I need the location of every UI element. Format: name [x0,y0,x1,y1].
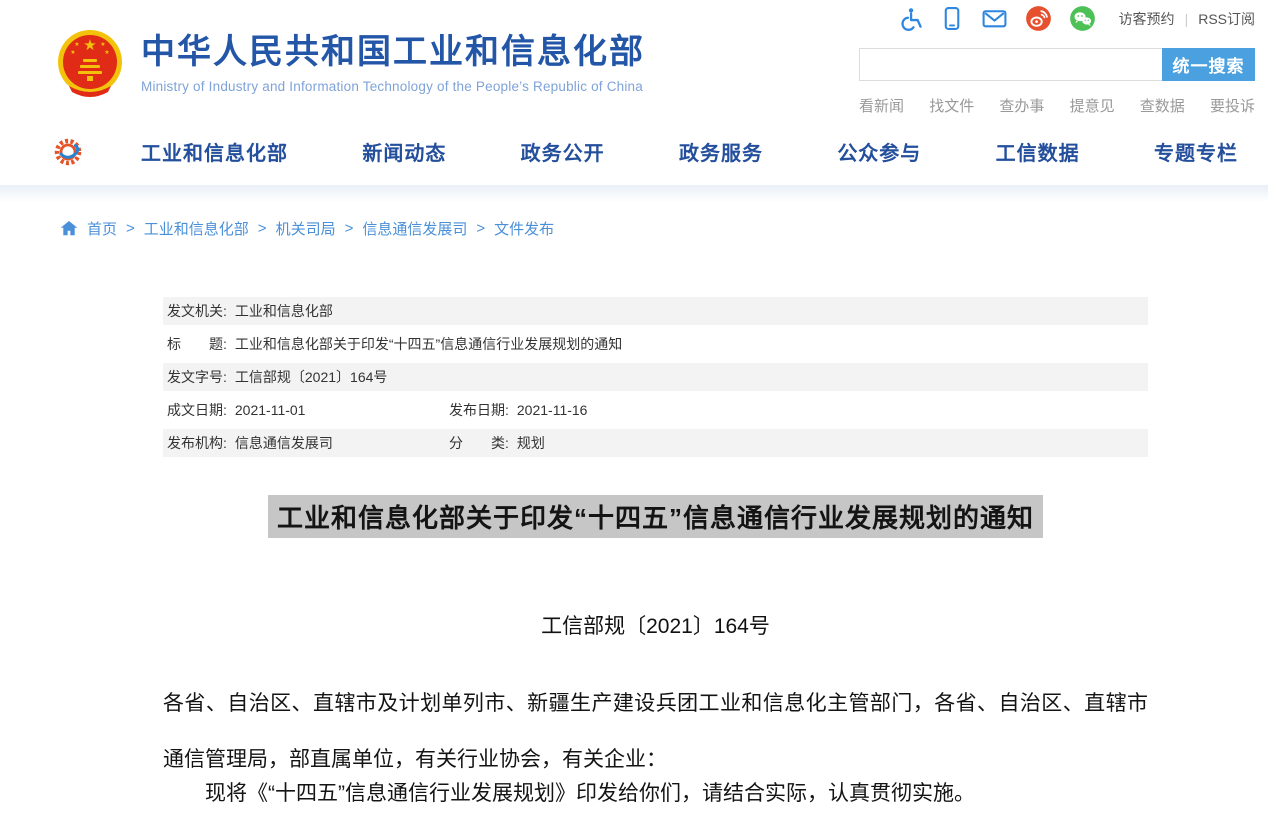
meta-value: 规划 [517,433,545,453]
main-nav: 工业和信息化部 新闻动态 政务公开 政务服务 公众参与 工信数据 专题专栏 [0,118,1268,185]
quick-link-news[interactable]: 看新闻 [859,95,904,116]
nav-divider [0,185,1268,201]
article-doc-number: 工信部规〔2021〕164号 [163,610,1148,640]
svg-text:★: ★ [74,41,79,48]
topbar-separator: | [1185,11,1189,27]
nav-items: 工业和信息化部 新闻动态 政务公开 政务服务 公众参与 工信数据 专题专栏 [141,137,1238,166]
wechat-icon[interactable] [1069,5,1096,32]
quick-link-suggestions[interactable]: 提意见 [1070,95,1115,116]
site-subtitle: Ministry of Industry and Information Tec… [141,79,645,94]
meta-label: 发文字号: [167,367,227,387]
quick-link-documents[interactable]: 找文件 [929,95,974,116]
meta-value: 工业和信息化部 [235,301,333,321]
article-body: 各省、自治区、直辖市及计划单列市、新疆生产建设兵团工业和信息化主管部门，各省、自… [163,676,1148,812]
article-title: 工业和信息化部关于印发“十四五”信息通信行业发展规划的通知 [268,495,1043,538]
site-title: 中华人民共和国工业和信息化部 [141,34,645,71]
crumb-ict-development[interactable]: 信息通信发展司 [362,218,467,239]
site-title-block: 中华人民共和国工业和信息化部 Ministry of Industry and … [141,26,645,94]
svg-text:★: ★ [83,37,96,54]
nav-item-special-topics[interactable]: 专题专栏 [1154,137,1238,166]
nav-item-miit-data[interactable]: 工信数据 [996,137,1080,166]
breadcrumb: 首页 > 工业和信息化部 > 机关司局 > 信息通信发展司 > 文件发布 [0,201,1268,239]
search-quick-links: 看新闻 找文件 查办事 提意见 查数据 要投诉 [859,95,1255,116]
accessibility-icon[interactable] [897,6,922,31]
unified-search-button[interactable]: 统一搜索 [1162,48,1255,81]
site-header: 访客预约 | RSS订阅 ★ ★ ★ ★ ★ 中华人民共和国工业和信息化部 Mi… [0,0,1268,118]
visitor-reservation-link[interactable]: 访客预约 [1119,9,1175,29]
meta-label: 发布机构: [167,433,227,453]
meta-row-title: 标 题: 工业和信息化部关于印发“十四五”信息通信行业发展规划的通知 [163,330,1148,358]
crumb-departments[interactable]: 机关司局 [276,218,336,239]
crumb-separator: > [126,220,135,237]
svg-text:★: ★ [70,49,75,56]
meta-label: 标 题: [167,334,227,354]
search-input[interactable] [859,48,1162,81]
crumb-current-page: 文件发布 [494,218,554,239]
crumb-miit[interactable]: 工业和信息化部 [144,218,249,239]
meta-row-publisher-category: 发布机构: 信息通信发展司 分 类: 规划 [163,429,1148,457]
quick-link-services[interactable]: 查办事 [999,95,1044,116]
miit-gear-logo-icon[interactable] [53,137,83,167]
meta-label: 成文日期: [167,400,227,420]
article-paragraph: 各省、自治区、直辖市及计划单列市、新疆生产建设兵团工业和信息化主管部门，各省、自… [163,676,1148,788]
meta-value: 工信部规〔2021〕164号 [235,367,388,387]
article-paragraph: 现将《“十四五”信息通信行业发展规划》印发给你们，请结合实际，认真贯彻实施。 [163,776,1148,812]
search-box: 统一搜索 [859,48,1255,81]
topbar: 访客预约 | RSS订阅 [897,5,1255,32]
crumb-separator: > [476,220,485,237]
crumb-home[interactable]: 首页 [87,218,117,239]
home-icon[interactable] [60,220,78,237]
nav-item-public-participation[interactable]: 公众参与 [837,137,921,166]
crumb-separator: > [345,220,354,237]
crumb-separator: > [258,220,267,237]
meta-value: 2021-11-16 [517,402,588,418]
topbar-links: 访客预约 | RSS订阅 [1119,9,1255,29]
national-emblem-icon: ★ ★ ★ ★ ★ [57,26,123,104]
svg-text:★: ★ [104,49,109,56]
quick-link-data[interactable]: 查数据 [1140,95,1185,116]
nav-item-news[interactable]: 新闻动态 [362,137,446,166]
weibo-icon[interactable] [1025,5,1052,32]
document-main: 发文机关: 工业和信息化部 标 题: 工业和信息化部关于印发“十四五”信息通信行… [163,297,1148,812]
nav-item-gov-disclosure[interactable]: 政务公开 [521,137,605,166]
meta-value: 2021-11-01 [235,402,306,418]
document-meta-table: 发文机关: 工业和信息化部 标 题: 工业和信息化部关于印发“十四五”信息通信行… [163,297,1148,457]
rss-subscribe-link[interactable]: RSS订阅 [1198,9,1255,29]
miit-document-page: { "header": { "site_title": "中华人民共和国工业和信… [0,0,1268,819]
article-title-wrap: 工业和信息化部关于印发“十四五”信息通信行业发展规划的通知 [163,495,1148,538]
meta-value: 工业和信息化部关于印发“十四五”信息通信行业发展规划的通知 [235,334,622,354]
meta-row-issuing-authority: 发文机关: 工业和信息化部 [163,297,1148,325]
meta-row-dates: 成文日期: 2021-11-01 发布日期: 2021-11-16 [163,396,1148,424]
nav-item-gov-services[interactable]: 政务服务 [679,137,763,166]
mobile-icon[interactable] [939,6,964,31]
search-area: 统一搜索 看新闻 找文件 查办事 提意见 查数据 要投诉 [859,48,1255,116]
site-logo-link[interactable]: ★ ★ ★ ★ ★ 中华人民共和国工业和信息化部 Ministry of Ind… [57,26,645,104]
mail-icon[interactable] [981,6,1008,31]
quick-link-complaints[interactable]: 要投诉 [1210,95,1255,116]
meta-row-doc-number: 发文字号: 工信部规〔2021〕164号 [163,363,1148,391]
meta-label: 分 类: [449,433,509,453]
nav-item-miit[interactable]: 工业和信息化部 [141,137,288,166]
svg-text:★: ★ [100,41,105,48]
meta-label: 发文机关: [167,301,227,321]
meta-value: 信息通信发展司 [235,433,333,453]
meta-label: 发布日期: [449,400,509,420]
